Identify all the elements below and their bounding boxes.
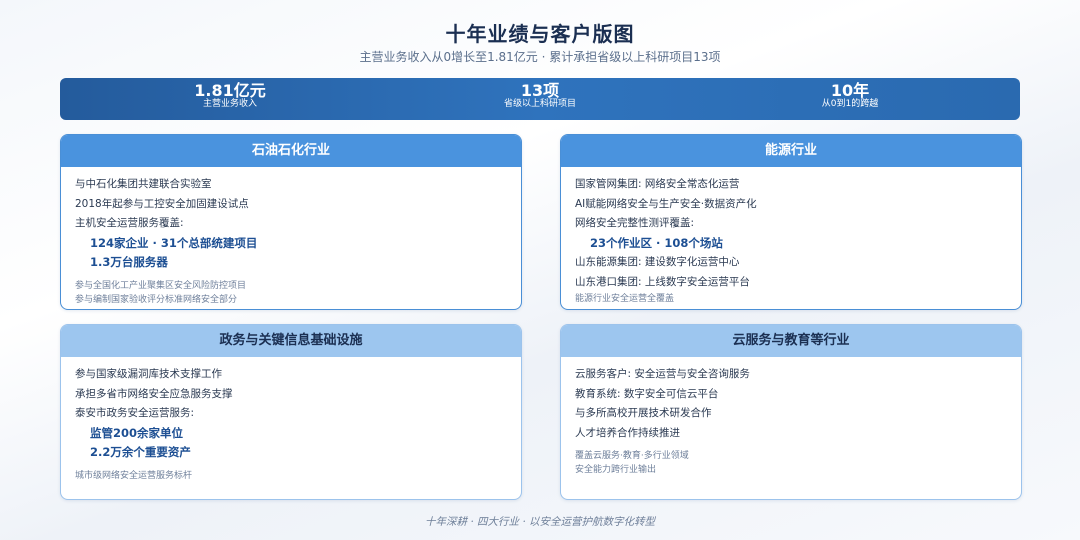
card-line: 教育系统: 数字安全可信云平台 <box>575 387 719 400</box>
card-petrochemical: 石油石化行业 与中石化集团共建联合实验室 2018年起参与工控安全加固建设试点 … <box>60 134 522 310</box>
card-line: 国家管网集团: 网络安全常态化运营 <box>575 178 740 190</box>
kpi-label: 主营业务收入 <box>202 99 257 109</box>
page-subtitle: 主营业务收入从0增长至1.81亿元 · 累计承担省级以上科研项目13项 <box>359 50 721 64</box>
card-line: 云服务客户: 安全运营与安全咨询服务 <box>575 368 750 380</box>
card-highlight: 监管200余家单位 <box>90 425 184 440</box>
kpi-years: 10年 从0到1的跨越 <box>750 82 950 110</box>
card-line: 山东能源集团: 建设数字化运营中心 <box>575 256 740 268</box>
card-highlight: 2.2万余个重要资产 <box>90 445 191 459</box>
card-line: 山东港口集团: 上线数字安全运营平台 <box>575 275 750 288</box>
kpi-value: 10年 <box>830 81 870 100</box>
card-note: 城市级网络安全运营服务标杆 <box>75 470 193 481</box>
card-line: 与中石化集团共建联合实验室 <box>75 178 212 190</box>
card-note: 参与全国化工产业聚集区安全风险防控项目 <box>75 280 247 291</box>
page-title: 十年业绩与客户版图 <box>445 22 635 46</box>
card-title: 能源行业 <box>561 135 1021 167</box>
kpi-projects: 13项 省级以上科研项目 <box>440 82 640 110</box>
card-highlight: 1.3万台服务器 <box>90 255 168 269</box>
kpi-label: 从0到1的跨越 <box>821 99 879 109</box>
kpi-banner: 1.81亿元 主营业务收入 13项 省级以上科研项目 10年 从0到1的跨越 <box>60 78 1020 120</box>
card-government: 政务与关键信息基础设施 参与国家级漏洞库技术支撑工作 承担多省市网络安全应急服务… <box>60 324 522 500</box>
card-title: 石油石化行业 <box>61 135 521 167</box>
card-line: AI赋能网络安全与生产安全·数据资产化 <box>575 197 757 210</box>
card-line: 人才培养合作持续推进 <box>575 426 680 439</box>
card-line: 主机安全运营服务覆盖: <box>75 217 184 229</box>
card-cloud-education: 云服务与教育等行业 云服务客户: 安全运营与安全咨询服务 教育系统: 数字安全可… <box>560 324 1022 500</box>
card-title: 政务与关键信息基础设施 <box>61 325 521 357</box>
kpi-value: 1.81亿元 <box>194 81 266 100</box>
card-highlight: 124家企业 · 31个总部统建项目 <box>90 235 258 250</box>
kpi-label: 省级以上科研项目 <box>503 99 576 109</box>
footer-tagline: 十年深耕 · 四大行业 · 以安全运营护航数字化转型 <box>424 516 656 528</box>
card-line: 泰安市政务安全运营服务: <box>75 407 195 419</box>
card-note: 覆盖云服务·教育·多行业领域 <box>575 451 689 461</box>
card-line: 参与国家级漏洞库技术支撑工作 <box>75 368 222 380</box>
card-line: 承担多省市网络安全应急服务支撑 <box>75 387 233 400</box>
card-line: 与多所高校开展技术研发合作 <box>575 407 712 419</box>
kpi-value: 13项 <box>520 81 560 100</box>
card-note: 参与编制国家验收评分标准网络安全部分 <box>75 294 238 305</box>
card-highlight: 23个作业区 · 108个场站 <box>590 235 723 250</box>
card-line: 2018年起参与工控安全加固建设试点 <box>75 197 249 210</box>
card-note: 能源行业安全运营全覆盖 <box>575 294 675 304</box>
card-line: 网络安全完整性测评覆盖: <box>575 217 695 229</box>
card-note: 安全能力跨行业输出 <box>575 465 657 475</box>
card-title: 云服务与教育等行业 <box>561 325 1021 357</box>
card-energy: 能源行业 国家管网集团: 网络安全常态化运营 AI赋能网络安全与生产安全·数据资… <box>560 134 1022 310</box>
kpi-revenue: 1.81亿元 主营业务收入 <box>130 82 330 110</box>
